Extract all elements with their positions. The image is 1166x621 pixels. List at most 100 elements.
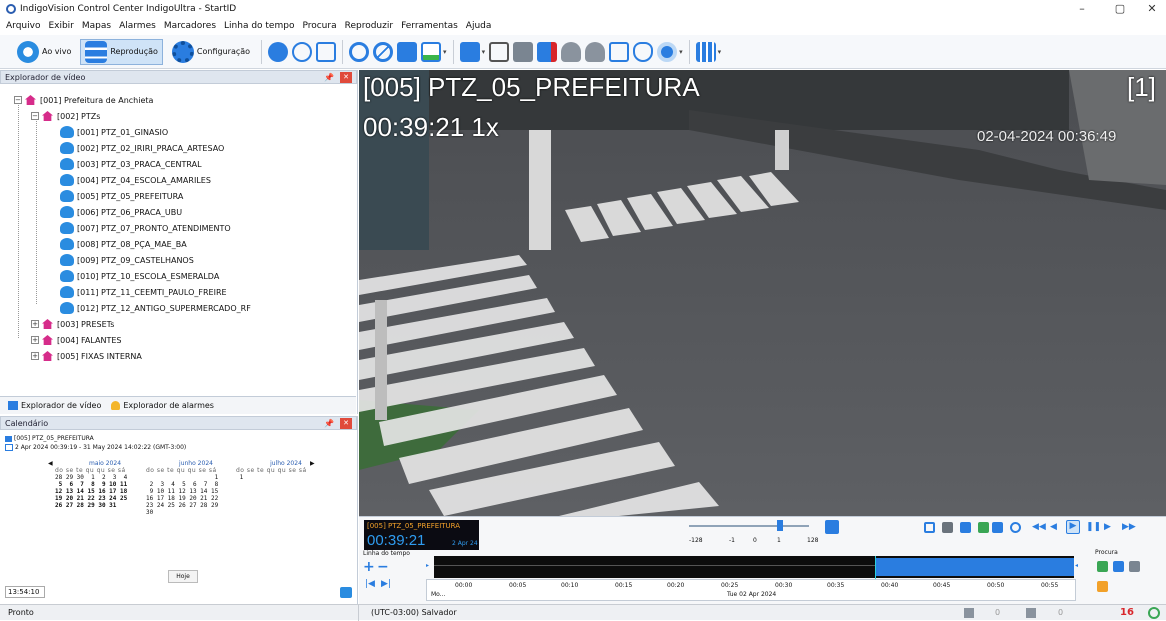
camera-item[interactable]: [010] PTZ_10_ESCOLA_ESMERALDA [60,268,219,284]
camera-item[interactable]: [006] PTZ_06_PRACA_UBU [60,204,182,220]
bell-icon[interactable] [561,41,582,62]
calendar-week[interactable]: 30 [146,509,246,516]
calendar-prev-button[interactable]: ◀ [48,460,53,467]
dropdown-arrow-icon[interactable]: ▾ [443,48,447,56]
minimize-button[interactable]: – [1062,0,1102,18]
menu-reproduzir[interactable]: Reproduzir [345,21,393,31]
camera-item[interactable]: [002] PTZ_02_IRIRI_PRACA_ARTESAO [60,140,224,156]
grid-layout-icon[interactable] [695,41,716,62]
pause-icon[interactable]: ❚❚ [1086,522,1101,533]
dropdown-arrow-icon[interactable]: ▾ [482,48,486,56]
report-icon[interactable] [609,41,630,62]
play-icon[interactable]: ▶ [1066,520,1080,534]
grid-icon[interactable] [992,522,1003,533]
dropdown-arrow-icon[interactable]: ▾ [679,48,683,56]
menu-linha-do-tempo[interactable]: Linha do tempo [224,21,294,31]
camera-item[interactable]: [005] PTZ_05_PREFEITURA [60,188,183,204]
menu-alarmes[interactable]: Alarmes [119,21,156,31]
playback-button[interactable]: Reprodução [80,38,163,65]
video-status-icon[interactable] [964,608,974,618]
expand-icon[interactable]: + [31,320,39,328]
search-region-icon[interactable] [1113,561,1124,572]
alarm-count[interactable]: 16 [1120,607,1134,618]
expand-icon[interactable]: + [31,352,39,360]
clear-icon[interactable] [373,41,394,62]
menu-arquivo[interactable]: Arquivo [6,21,40,31]
shield-icon[interactable] [633,41,654,62]
menu-procura[interactable]: Procura [302,21,336,31]
camera-item[interactable]: [012] PTZ_12_ANTIGO_SUPERMERCADO_RF [60,300,251,316]
bookmark-icon[interactable] [960,522,971,533]
pin-icon[interactable]: 📌 [324,419,334,428]
tab-alarm-explorer[interactable]: Explorador de alarmes [111,401,214,410]
tree-group-fixas[interactable]: + [005] FIXAS INTERNA [31,348,142,364]
go-icon[interactable] [340,587,352,598]
grid-alarm-icon[interactable] [537,41,558,62]
lock-icon[interactable] [825,520,839,534]
expand-icon[interactable]: + [31,336,39,344]
tree-group-falantes[interactable]: + [004] FALANTES [31,332,122,348]
dropdown-arrow-icon[interactable]: ▾ [718,48,722,56]
tree-group-presets[interactable]: + [003] PRESETs [31,316,114,332]
timeline-recording-segment[interactable] [876,558,1074,576]
today-button[interactable]: Hoje [168,570,198,583]
zoom-out-button[interactable]: − [377,559,389,575]
calendar-week[interactable]: 1 [236,474,336,481]
camera-snapshot-icon[interactable] [942,522,953,533]
refresh-icon[interactable] [268,41,289,62]
fit-timeline-icon[interactable] [924,522,935,533]
collapse-icon[interactable]: − [31,112,39,120]
snapshot-icon[interactable] [513,41,534,62]
calendar-week[interactable]: 12 13 14 15 16 17 18 [55,488,155,495]
search-people-icon[interactable] [1129,561,1140,572]
camera-item[interactable]: [003] PTZ_03_PRACA_CENTRAL [60,156,202,172]
export-icon[interactable] [397,41,418,62]
search-grid-icon[interactable] [1097,581,1108,592]
link-icon[interactable] [1010,522,1021,533]
time-spinner[interactable]: 13:54:10 [5,586,45,598]
speed-slider-thumb[interactable] [777,520,783,531]
tree-root[interactable]: − [001] Prefeitura de Anchieta [14,92,153,108]
tree-group-ptz[interactable]: − [002] PTZs [31,108,100,124]
menu-exibir[interactable]: Exibir [48,21,73,31]
camera-item[interactable]: [004] PTZ_04_ESCOLA_AMARILES [60,172,211,188]
calendar-week[interactable]: 9 10 11 12 13 14 15 [146,488,246,495]
time-ruler[interactable]: 00:00 00:05 00:10 00:15 00:20 00:25 00:3… [426,579,1076,601]
tab-video-explorer[interactable]: Explorador de vídeo [8,401,101,410]
export-clip-icon[interactable] [978,522,989,533]
camera-icon[interactable] [657,41,678,62]
video-viewport[interactable]: [005] PTZ_05_PREFEITURA 00:39:21 1x [1] … [359,70,1166,516]
calendar-week[interactable]: 2 3 4 5 6 7 8 [146,481,246,488]
collapse-icon[interactable]: − [14,96,22,104]
skip-end-icon[interactable]: ▶| [381,579,391,589]
calendar-week[interactable]: 26 27 28 29 30 31 [55,502,155,509]
help-icon[interactable] [292,41,313,62]
camera-item[interactable]: [009] PTZ_09_CASTELHANOS [60,252,194,268]
menu-mapas[interactable]: Mapas [82,21,111,31]
close-panel-button[interactable]: ✕ [340,72,352,83]
rewind-fast-icon[interactable]: ◀◀ [1032,522,1046,533]
calendar-week[interactable]: 1 [146,474,246,481]
step-forward-icon[interactable]: ▶ [1104,522,1115,533]
calendar-week[interactable]: 5 6 7 8 9 10 11 [55,481,155,488]
configuration-button[interactable]: Configuração [167,39,255,65]
select-area-icon[interactable] [489,41,510,62]
menu-ajuda[interactable]: Ajuda [466,21,492,31]
zoom-in-button[interactable]: + [363,559,375,575]
step-back-icon[interactable]: ◀ [1050,522,1061,533]
search-motion-icon[interactable] [1097,561,1108,572]
audio-status-icon[interactable] [1026,608,1036,618]
pin-icon[interactable]: 📌 [324,73,334,82]
calendar-week[interactable]: 23 24 25 26 27 28 29 [146,502,246,509]
camera-item[interactable]: [008] PTZ_08_PÇA_MAE_BA [60,236,187,252]
close-window-button[interactable]: ✕ [1132,0,1166,18]
search-icon[interactable] [349,41,370,62]
calendar-week[interactable]: 16 17 18 19 20 21 22 [146,495,246,502]
bell-mute-icon[interactable] [585,41,606,62]
speed-slider-track[interactable] [689,525,809,527]
connection-status-icon[interactable] [1148,607,1160,619]
fullscreen-icon[interactable] [316,41,337,62]
timeline-track[interactable] [434,556,1074,601]
fast-forward-icon[interactable]: ▶▶ [1122,522,1136,533]
close-panel-button[interactable]: ✕ [340,418,352,429]
